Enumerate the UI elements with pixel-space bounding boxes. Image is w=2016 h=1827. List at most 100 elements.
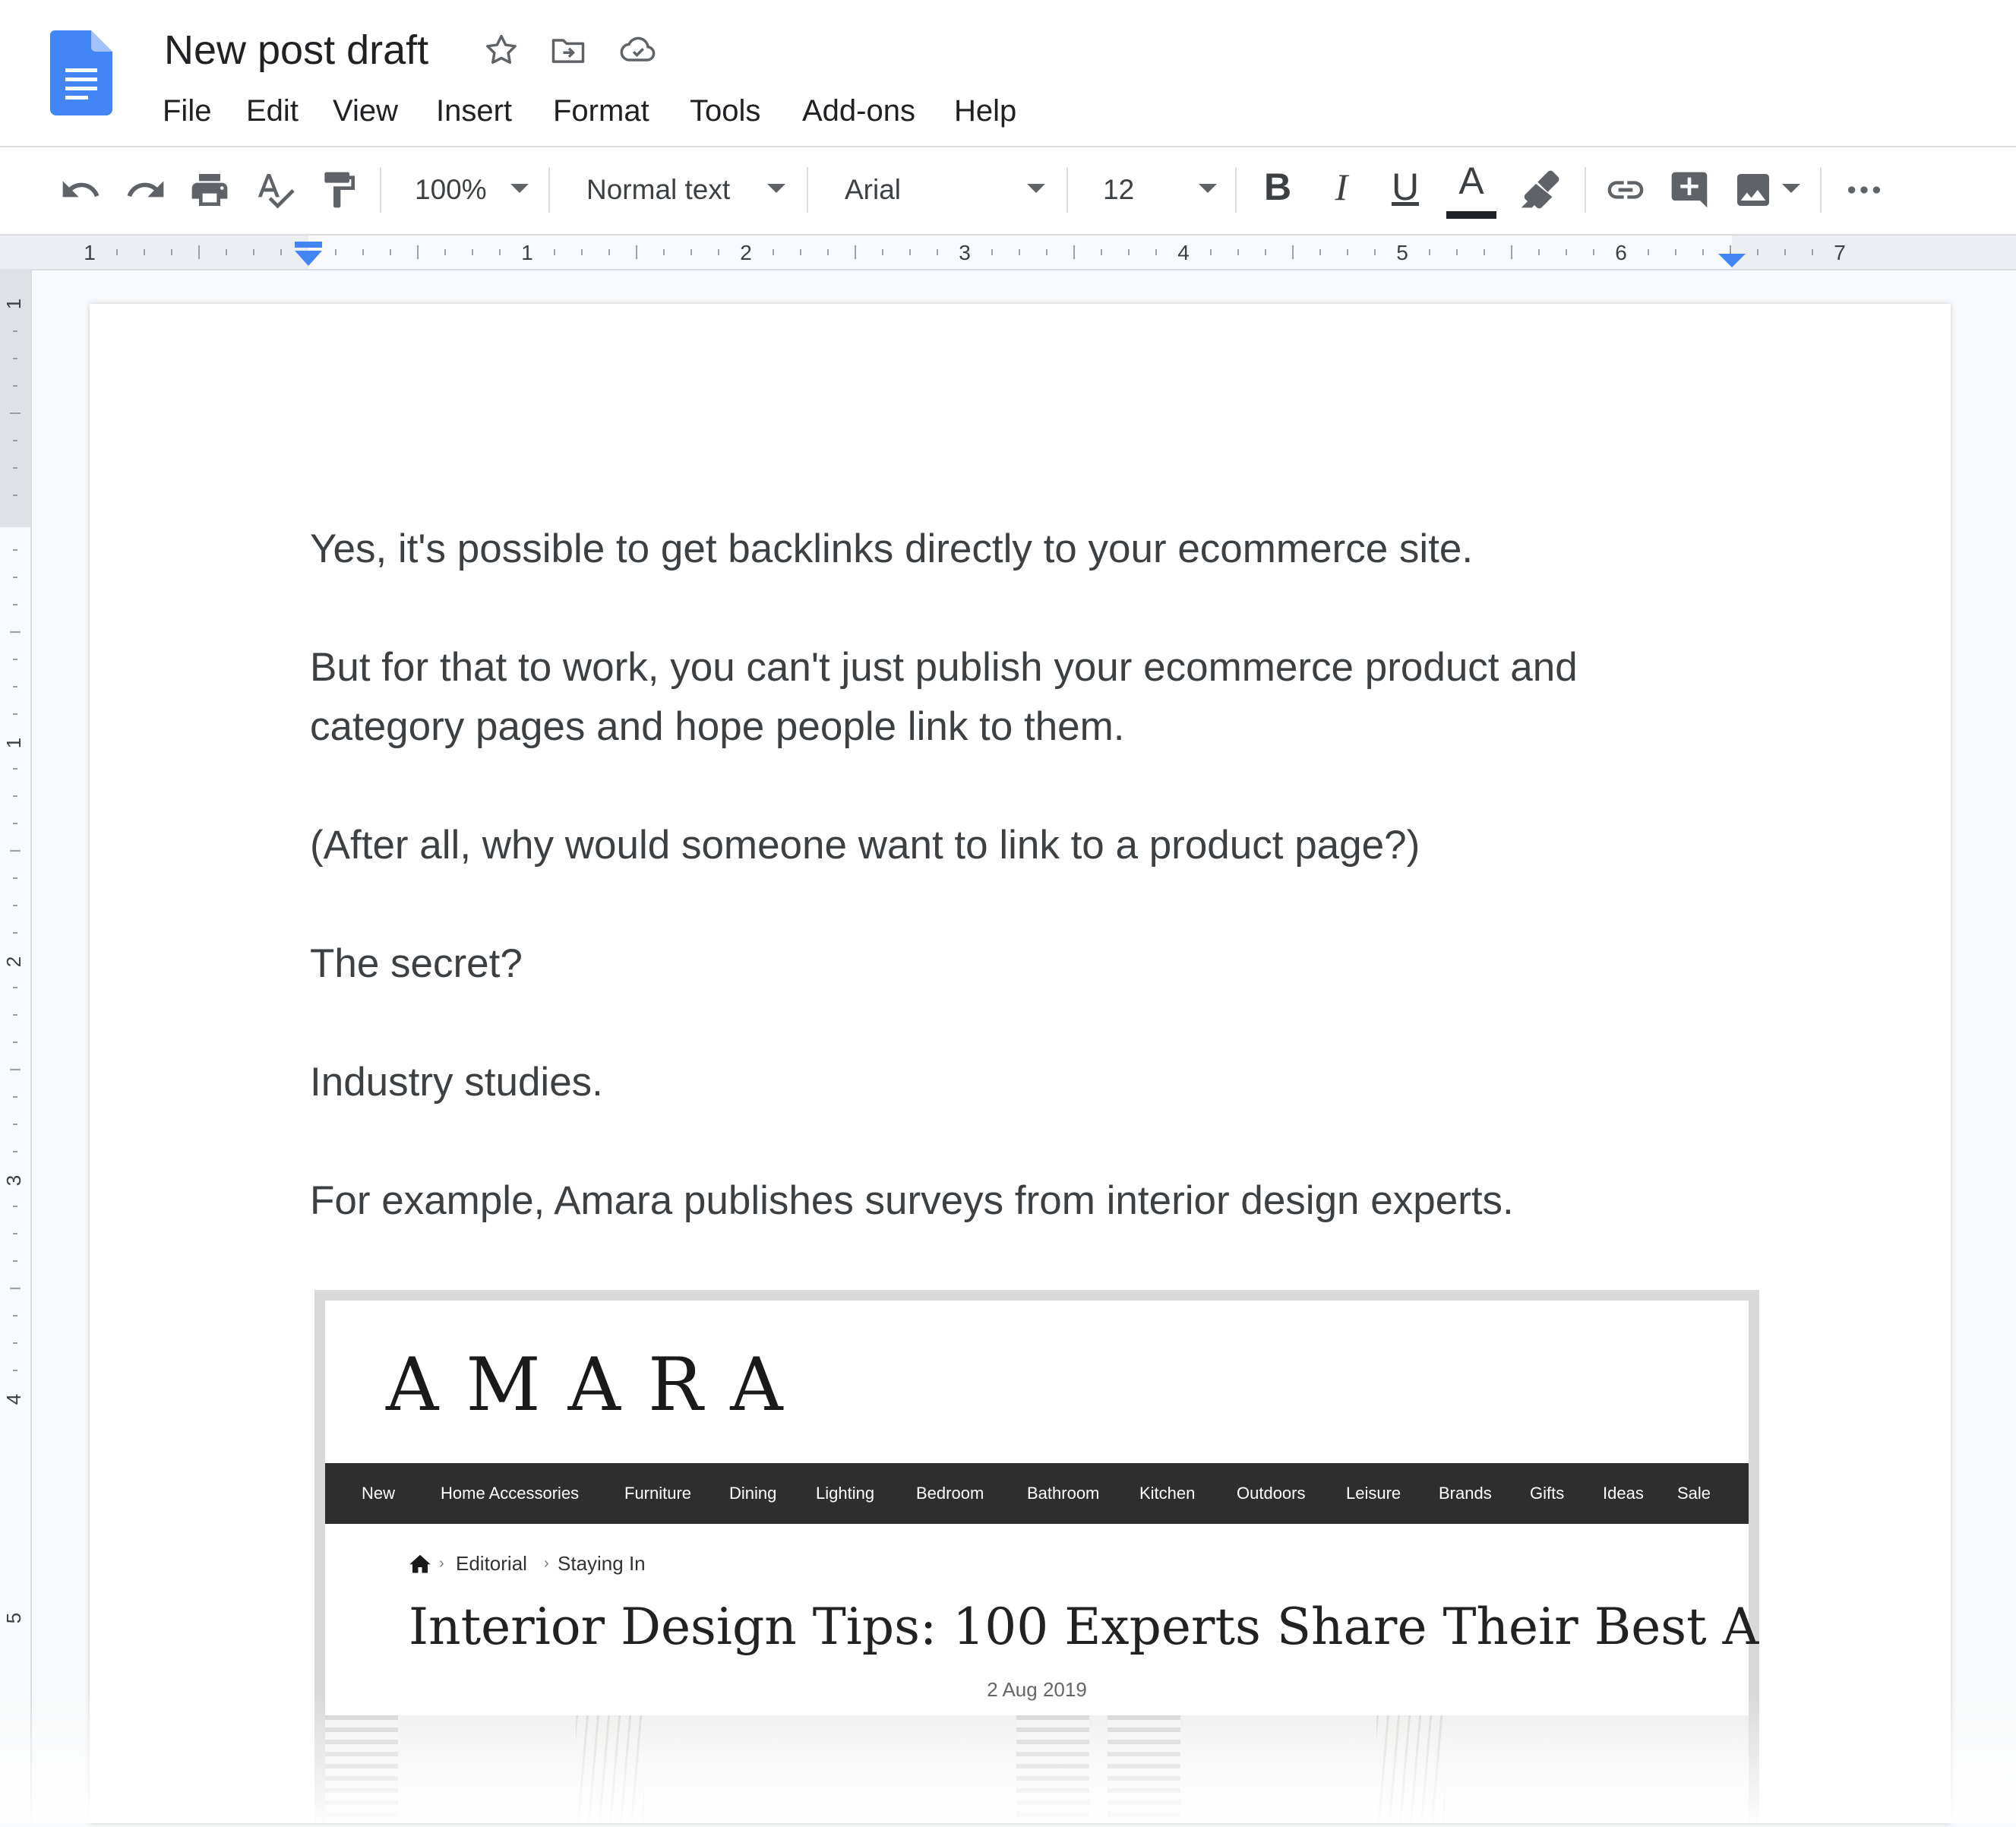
ruler-label: 1: [2, 299, 25, 309]
menu-help[interactable]: Help: [954, 90, 1016, 132]
nav-item: Kitchen: [1139, 1484, 1196, 1503]
nav-item: New: [362, 1484, 396, 1503]
document-page[interactable]: Yes, it's possible to get backlinks dire…: [90, 304, 1951, 1823]
first-line-indent-marker: [295, 242, 322, 248]
menu-tools[interactable]: Tools: [690, 90, 760, 132]
horizontal-ruler-scale: 1 1 2 3 4 5 6 7: [0, 235, 2016, 269]
toolbar-separator: [1066, 167, 1068, 213]
ruler-label: 1: [521, 241, 533, 264]
breadcrumb-separator: ›: [439, 1555, 444, 1572]
horizontal-ruler[interactable]: 1 1 2 3 4 5 6 7: [0, 235, 2016, 270]
print-icon[interactable]: [188, 169, 231, 211]
nav-item: Home Accessories: [441, 1484, 580, 1503]
ruler-label: 4: [1177, 241, 1190, 264]
star-icon[interactable]: [482, 30, 521, 70]
menu-view[interactable]: View: [333, 90, 398, 132]
font-select[interactable]: Arial: [845, 169, 901, 211]
nav-item: Outdoors: [1237, 1484, 1306, 1503]
shutter-decoration: [325, 1715, 398, 1823]
amara-logo: AMARA: [386, 1342, 811, 1427]
add-comment-icon[interactable]: [1668, 169, 1711, 211]
italic-button[interactable]: I: [1320, 164, 1363, 210]
ruler-label: 6: [1615, 241, 1627, 264]
docs-logo-icon[interactable]: [50, 30, 112, 115]
more-options-icon[interactable]: [1843, 169, 1885, 211]
body-paragraph[interactable]: The secret?: [310, 934, 1692, 994]
toolbar-separator: [807, 167, 808, 213]
article-date: 2 Aug 2019: [987, 1678, 1087, 1701]
breadcrumb-item: Editorial: [456, 1552, 527, 1575]
ruler-margin-left: [0, 235, 308, 269]
redo-icon[interactable]: [125, 169, 167, 211]
embedded-image[interactable]: AMARA New Home Accessories Furniture Din…: [314, 1290, 1759, 1823]
body-paragraph[interactable]: Yes, it's possible to get backlinks dire…: [310, 520, 1692, 579]
menu-format[interactable]: Format: [553, 90, 649, 132]
plant-decoration: [576, 1715, 644, 1823]
shutter-decoration: [1108, 1715, 1180, 1823]
ruler-label: 4: [2, 1394, 25, 1405]
toolbar-separator: [1235, 167, 1237, 213]
nav-item: Gifts: [1530, 1484, 1565, 1503]
body-paragraph[interactable]: Industry studies.: [310, 1053, 1692, 1112]
toolbar-separator: [1820, 167, 1822, 213]
vertical-ruler[interactable]: 1 1 2 3 4 5: [0, 269, 32, 1823]
underline-button[interactable]: U: [1384, 164, 1427, 210]
ruler-label: 1: [84, 241, 96, 264]
menu-edit[interactable]: Edit: [246, 90, 299, 132]
undo-icon[interactable]: [59, 169, 102, 211]
spellcheck-icon[interactable]: [254, 169, 296, 211]
nav-item: Dining: [729, 1484, 777, 1503]
ruler-label: 5: [2, 1613, 25, 1623]
nav-item: Bathroom: [1027, 1484, 1100, 1503]
home-icon: [409, 1554, 431, 1573]
link-icon[interactable]: [1604, 169, 1647, 211]
nav-item: Bedroom: [916, 1484, 984, 1503]
body-paragraph[interactable]: For example, Amara publishes surveys fro…: [310, 1171, 1692, 1231]
insert-image-icon[interactable]: [1732, 169, 1774, 211]
style-caret-icon[interactable]: [767, 184, 785, 193]
style-select[interactable]: Normal text: [586, 169, 730, 211]
toolbar-separator: [548, 167, 550, 213]
plant-decoration: [1376, 1715, 1445, 1823]
document-title[interactable]: New post draft: [164, 24, 428, 76]
ruler-label: 3: [959, 241, 971, 264]
article-title: Interior Design Tips: 100 Experts Share …: [409, 1598, 1759, 1656]
font-size-caret-icon[interactable]: [1199, 184, 1217, 193]
amara-nav-bar: New Home Accessories Furniture Dining Li…: [325, 1463, 1749, 1524]
ruler-label: 2: [740, 241, 752, 264]
nav-item: Furniture: [624, 1484, 692, 1503]
amara-website-screenshot: AMARA New Home Accessories Furniture Din…: [325, 1301, 1759, 1823]
text-color-swatch: [1446, 211, 1496, 219]
nav-item: Leisure: [1346, 1484, 1401, 1503]
vertical-ruler-scale: 1 1 2 3 4 5: [0, 269, 30, 1623]
text-color-button[interactable]: A: [1450, 158, 1493, 204]
nav-item: Lighting: [816, 1484, 875, 1503]
breadcrumb-item: Staying In: [558, 1552, 646, 1575]
image-caret-icon[interactable]: [1782, 184, 1800, 193]
paint-format-icon[interactable]: [318, 169, 360, 211]
ruler-label: 1: [2, 738, 25, 748]
ruler-label: 7: [1834, 241, 1846, 264]
ruler-label: 3: [2, 1175, 25, 1186]
zoom-select[interactable]: 100%: [415, 169, 487, 211]
cloud-saved-icon[interactable]: [618, 30, 658, 70]
menu-file[interactable]: File: [163, 90, 211, 132]
nav-item: Sale: [1677, 1484, 1711, 1503]
body-paragraph[interactable]: But for that to work, you can't just pub…: [310, 638, 1692, 757]
font-size-select[interactable]: 12: [1103, 169, 1134, 211]
bold-button[interactable]: B: [1256, 164, 1299, 210]
toolbar-separator: [1585, 167, 1586, 213]
ruler-margin-right: [1732, 235, 2016, 269]
nav-item: Brands: [1439, 1484, 1492, 1503]
toolbar-separator: [380, 167, 381, 213]
toolbar: 100% Normal text Arial 12 B I U A: [0, 147, 2016, 235]
highlight-icon[interactable]: [1518, 169, 1560, 211]
font-caret-icon[interactable]: [1027, 184, 1045, 193]
menu-add-ons[interactable]: Add-ons: [802, 90, 915, 132]
body-paragraph[interactable]: (After all, why would someone want to li…: [310, 816, 1692, 875]
zoom-caret-icon[interactable]: [510, 184, 529, 193]
move-to-folder-icon[interactable]: [548, 30, 588, 70]
ruler-label: 5: [1396, 241, 1408, 264]
menu-insert[interactable]: Insert: [436, 90, 512, 132]
ruler-label: 2: [2, 956, 25, 967]
